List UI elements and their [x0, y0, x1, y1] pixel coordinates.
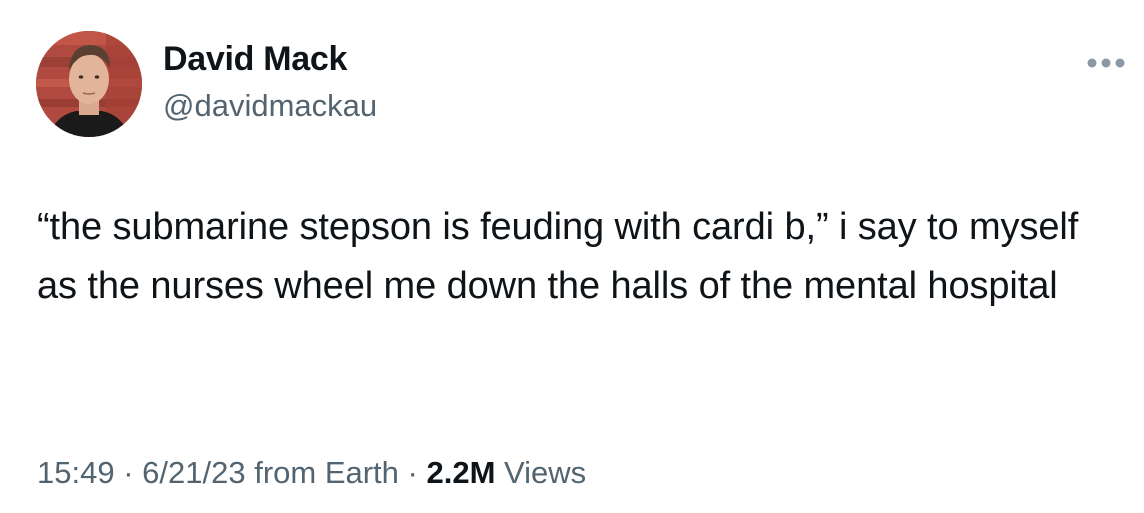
tweet-text: “the submarine stepson is feuding with c…	[37, 206, 1079, 307]
views-count[interactable]: 2.2M	[426, 455, 495, 490]
meta-separator: ·	[398, 455, 427, 490]
author-avatar[interactable]	[36, 31, 142, 137]
tweet-metadata: 15:49 · 6/21/23 from Earth · 2.2M Views	[37, 455, 586, 491]
avatar-photo-icon	[36, 31, 142, 137]
tweet-source: from Earth	[254, 455, 399, 490]
views-label: Views	[504, 455, 587, 490]
tweet-card: David Mack @davidmackau “the submarine s…	[0, 0, 1144, 513]
author-display-name[interactable]: David Mack	[163, 40, 347, 79]
tweet-date[interactable]: 6/21/23	[142, 455, 245, 490]
more-horizontal-icon	[1087, 58, 1125, 68]
author-handle[interactable]: @davidmackau	[163, 88, 377, 124]
more-options-button[interactable]	[1082, 50, 1130, 76]
tweet-time[interactable]: 15:49	[37, 455, 115, 490]
meta-separator: ·	[114, 455, 143, 490]
